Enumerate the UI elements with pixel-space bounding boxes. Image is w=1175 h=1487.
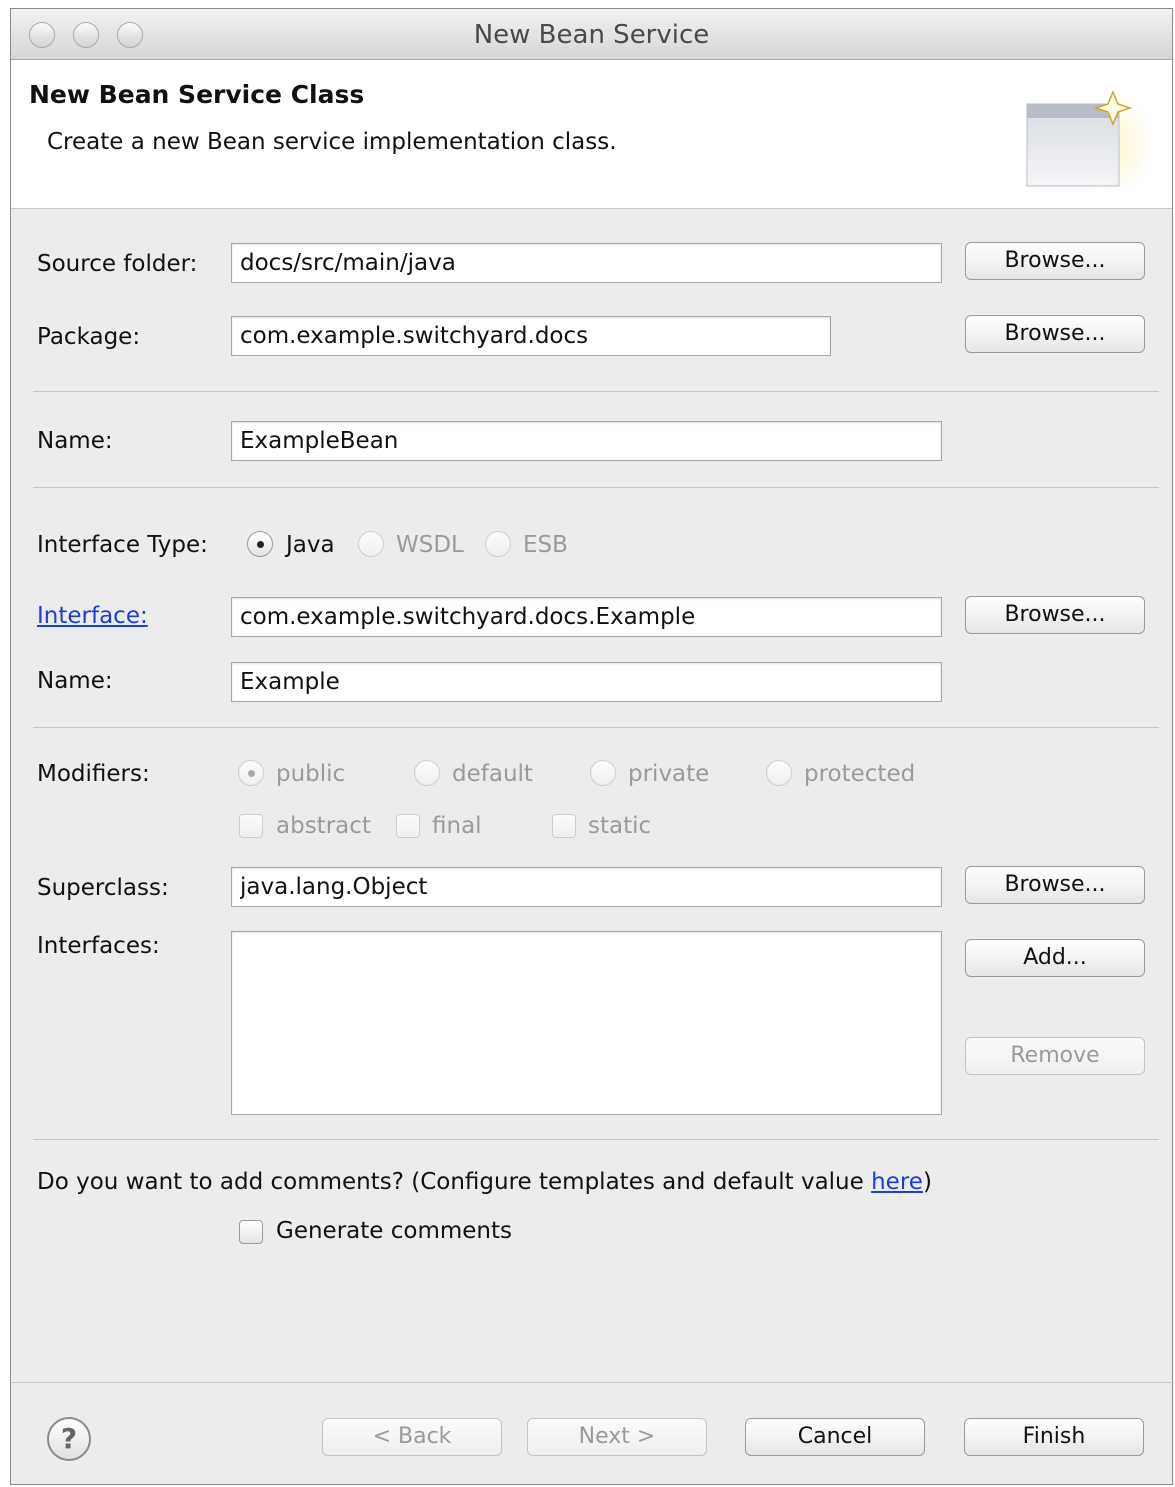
modifier-default-radio[interactable] [414, 760, 440, 786]
comments-prompt: Do you want to add comments? (Configure … [37, 1169, 932, 1195]
interface-type-wsdl-label: WSDL [396, 532, 464, 558]
configure-templates-link[interactable]: here [871, 1169, 923, 1195]
finish-button[interactable]: Finish [964, 1418, 1144, 1456]
cancel-button[interactable]: Cancel [745, 1418, 925, 1456]
modifier-default-label: default [452, 761, 533, 787]
comments-prompt-suffix: ) [922, 1169, 932, 1195]
separator [33, 727, 1159, 728]
modifier-static-label: static [588, 813, 652, 839]
interface-type-label: Interface Type: [37, 532, 208, 558]
interfaces-list[interactable] [231, 931, 942, 1115]
separator [33, 391, 1159, 392]
modifier-private-label: private [628, 761, 710, 787]
remove-interface-button[interactable]: Remove [965, 1037, 1145, 1075]
dialog-window: New Bean Service New Bean Service Class … [10, 8, 1174, 1485]
modifier-static-checkbox[interactable] [552, 814, 576, 838]
name-label: Name: [37, 428, 113, 454]
modifier-public-label: public [276, 761, 346, 787]
superclass-browse-button[interactable]: Browse... [965, 866, 1145, 904]
add-interface-button[interactable]: Add... [965, 939, 1145, 977]
interface-type-wsdl-radio[interactable] [358, 531, 384, 557]
source-folder-browse-button[interactable]: Browse... [965, 242, 1145, 280]
page-description: Create a new Bean service implementation… [47, 129, 617, 155]
modifier-abstract-checkbox[interactable] [239, 814, 263, 838]
interface-link[interactable]: Interface: [37, 603, 148, 629]
modifier-abstract-label: abstract [276, 813, 371, 839]
interface-type-esb-radio[interactable] [485, 531, 511, 557]
package-label: Package: [37, 324, 141, 350]
modifier-protected-radio[interactable] [766, 760, 792, 786]
source-folder-label: Source folder: [37, 251, 198, 277]
modifier-protected-label: protected [804, 761, 916, 787]
package-input[interactable] [231, 316, 831, 356]
window-title: New Bean Service [473, 20, 710, 50]
generate-comments-checkbox[interactable] [239, 1220, 263, 1244]
interface-name-input[interactable] [231, 662, 942, 702]
interface-name-label: Name: [37, 668, 113, 694]
class-name-input[interactable] [231, 421, 942, 461]
separator [33, 487, 1159, 488]
interface-type-java-radio[interactable] [247, 531, 273, 557]
help-icon[interactable]: ? [47, 1417, 91, 1461]
modifier-final-label: final [432, 813, 482, 839]
title-bar: New Bean Service [11, 9, 1172, 60]
page-title: New Bean Service Class [29, 80, 365, 109]
next-button[interactable]: Next > [527, 1418, 707, 1456]
new-class-wizard-icon [1026, 90, 1149, 193]
source-folder-input[interactable] [231, 243, 942, 283]
package-browse-button[interactable]: Browse... [965, 315, 1145, 353]
back-button[interactable]: < Back [322, 1418, 502, 1456]
wizard-banner: New Bean Service Class Create a new Bean… [11, 60, 1172, 209]
interface-input[interactable] [231, 597, 942, 637]
footer-separator [11, 1382, 1174, 1383]
interface-type-java-label: Java [286, 532, 335, 558]
separator [33, 1139, 1159, 1140]
modifier-final-checkbox[interactable] [396, 814, 420, 838]
modifier-public-radio[interactable] [238, 760, 264, 786]
modifiers-label: Modifiers: [37, 761, 150, 787]
comments-prompt-text: Do you want to add comments? (Configure … [37, 1169, 872, 1195]
interface-browse-button[interactable]: Browse... [965, 596, 1145, 634]
interfaces-label: Interfaces: [37, 933, 160, 959]
modifier-private-radio[interactable] [590, 760, 616, 786]
superclass-label: Superclass: [37, 875, 169, 901]
superclass-input[interactable] [231, 867, 942, 907]
generate-comments-label: Generate comments [276, 1218, 512, 1244]
interface-type-esb-label: ESB [523, 532, 568, 558]
